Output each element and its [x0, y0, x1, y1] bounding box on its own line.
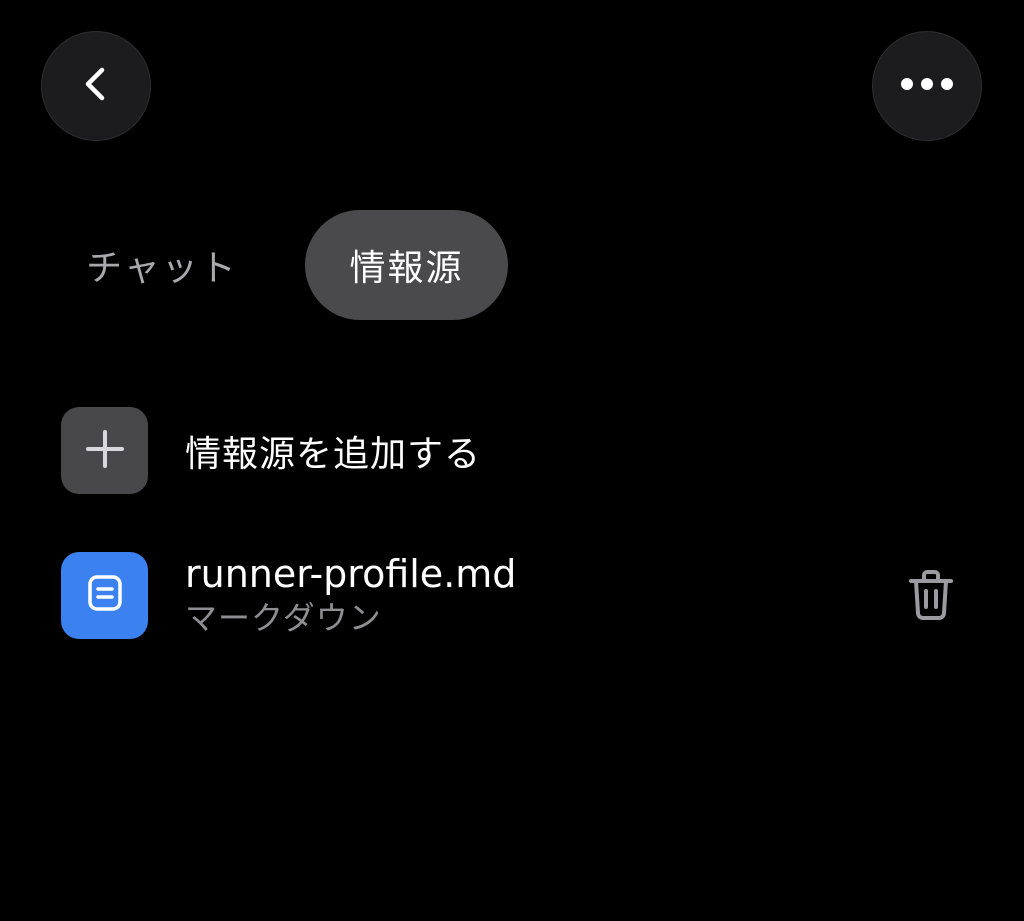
add-source-tile [61, 407, 148, 494]
plus-icon [85, 429, 125, 473]
back-button[interactable] [41, 31, 151, 141]
tab-sources-label: 情報源 [349, 248, 464, 289]
tab-sources[interactable]: 情報源 [305, 210, 508, 320]
ellipsis-horizontal-icon [899, 76, 955, 96]
tab-chat[interactable]: チャット [72, 212, 252, 318]
more-options-button[interactable] [872, 31, 982, 141]
add-source-button[interactable]: 情報源を追加する [61, 407, 961, 494]
tab-chat-label: チャット [86, 248, 238, 289]
document-icon [86, 574, 124, 616]
list-item[interactable]: runner-profile.md マークダウン [61, 551, 961, 639]
trash-icon [908, 569, 954, 625]
delete-source-button[interactable] [900, 566, 962, 628]
file-type: マークダウン [185, 599, 382, 637]
file-name: runner-profile.md [185, 552, 517, 596]
add-source-label: 情報源を追加する [185, 433, 482, 475]
file-tile [61, 551, 148, 639]
file-info: runner-profile.md マークダウン [185, 551, 516, 639]
chevron-left-icon [76, 64, 116, 108]
